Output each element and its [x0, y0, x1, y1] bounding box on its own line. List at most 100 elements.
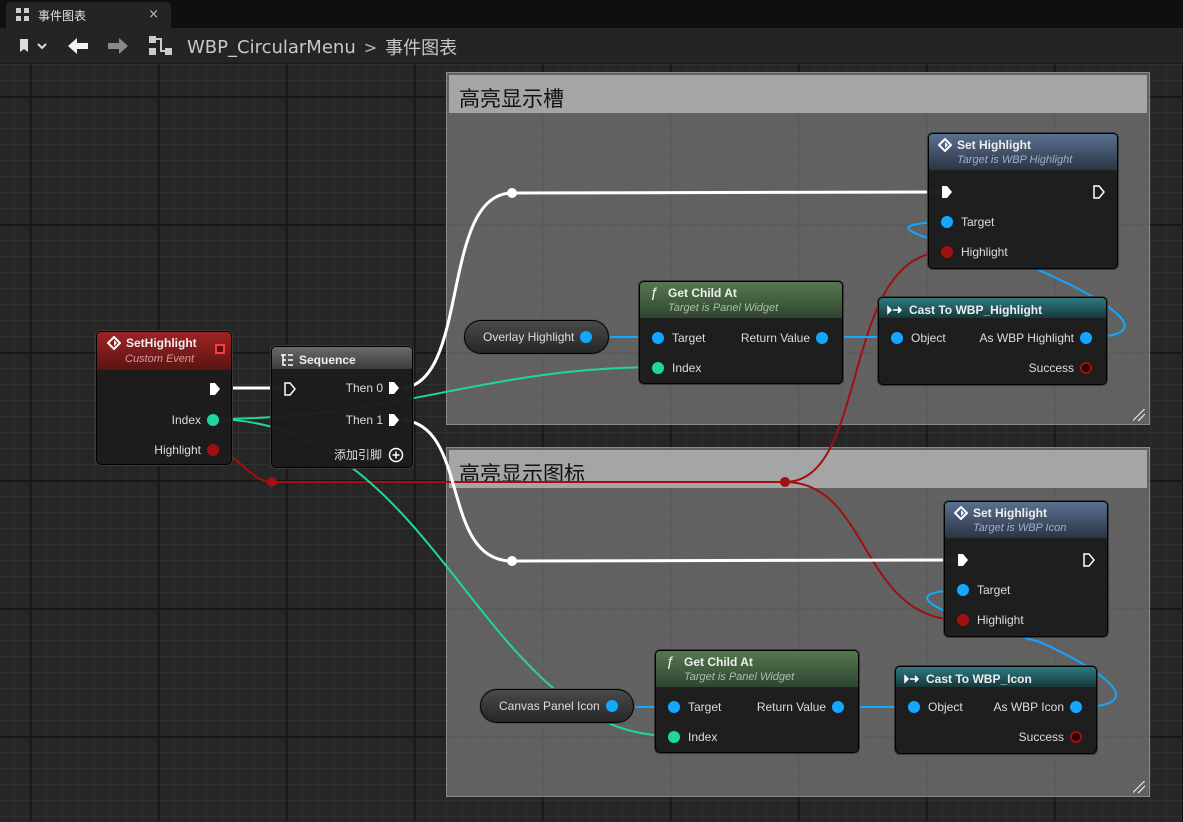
then0-pin[interactable]: Then 0 [346, 381, 400, 395]
get-child-at-node[interactable]: ƒ Get Child At Target is Panel Widget Ta… [655, 650, 859, 753]
function-call-icon [954, 506, 968, 520]
exec-out-pin-icon[interactable] [1083, 553, 1095, 567]
node-title: Set Highlight [973, 506, 1047, 520]
int-pin-icon[interactable] [207, 414, 219, 426]
resize-handle-icon[interactable] [1133, 781, 1145, 793]
int-pin-icon[interactable] [652, 362, 664, 374]
as-wbp-icon-pin[interactable]: As WBP Icon [994, 700, 1082, 714]
highlight-pin[interactable]: Highlight [941, 245, 1008, 259]
variable-overlay-highlight[interactable]: Overlay Highlight [464, 320, 609, 354]
graph-icon [16, 8, 30, 22]
variable-canvas-panel-icon[interactable]: Canvas Panel Icon [480, 689, 634, 723]
add-circle-icon[interactable] [388, 447, 404, 463]
exec-out-pin-icon[interactable] [388, 381, 400, 395]
index-pin[interactable]: Index [668, 730, 717, 744]
wire-reroute-knot[interactable] [267, 477, 277, 487]
node-header: Sequence [272, 347, 412, 369]
exec-in-pin-icon[interactable] [957, 553, 969, 567]
object-pin-icon[interactable] [908, 701, 920, 713]
pin-label: Success [1018, 730, 1064, 744]
object-pin-icon[interactable] [832, 701, 844, 713]
int-pin-icon[interactable] [668, 731, 680, 743]
target-pin[interactable]: Target [957, 583, 1010, 597]
event-graph-canvas[interactable]: 高亮显示槽 高亮显示图标 SetHighlight Custom Event I… [0, 64, 1183, 822]
object-pin-icon[interactable] [957, 584, 969, 596]
object-pin-icon[interactable] [580, 331, 593, 343]
bool-pin-icon[interactable] [207, 444, 219, 456]
node-title: Get Child At [668, 286, 737, 300]
pin-label: Index [688, 730, 718, 744]
exec-in-pin-icon[interactable] [284, 382, 296, 396]
bool-pin-icon[interactable] [941, 246, 953, 258]
cast-icon [887, 304, 903, 315]
get-child-at-node[interactable]: ƒ Get Child At Target is Panel Widget Ta… [639, 281, 843, 384]
target-pin[interactable]: Target [652, 331, 705, 345]
exec-in-pin-icon[interactable] [941, 185, 953, 199]
exec-out-pin-icon[interactable] [209, 382, 221, 396]
then1-pin[interactable]: Then 1 [346, 413, 400, 427]
bool-pin-icon[interactable] [1080, 362, 1092, 374]
comment-title[interactable]: 高亮显示图标 [449, 450, 1147, 488]
object-pin[interactable]: Object [908, 700, 963, 714]
tab-label: 事件图表 [38, 8, 87, 23]
pin-label: Object [911, 331, 946, 345]
forward-arrow-icon[interactable] [106, 36, 130, 60]
custom-event-node[interactable]: SetHighlight Custom Event Index Highligh… [96, 331, 232, 465]
set-highlight-node[interactable]: Set Highlight Target is WBP Icon Target … [944, 501, 1108, 637]
object-pin-icon[interactable] [816, 332, 828, 344]
comment-title[interactable]: 高亮显示槽 [449, 75, 1147, 113]
breadcrumb-blueprint[interactable]: WBP_CircularMenu [187, 37, 356, 58]
object-pin-icon[interactable] [1070, 701, 1082, 713]
return-value-pin[interactable]: Return Value [757, 700, 844, 714]
object-pin-icon[interactable] [1080, 332, 1092, 344]
tab-bar: 事件图表 × [0, 0, 1183, 28]
set-highlight-node[interactable]: Set Highlight Target is WBP Highlight Ta… [928, 133, 1118, 269]
success-pin[interactable]: Success [1029, 361, 1092, 375]
back-arrow-icon[interactable] [66, 36, 90, 60]
highlight-pin[interactable]: Highlight [154, 443, 219, 457]
index-pin[interactable]: Index [172, 413, 219, 427]
bookmark-icon[interactable] [18, 37, 52, 55]
highlight-pin[interactable]: Highlight [957, 613, 1024, 627]
exec-out-pin-icon[interactable] [1093, 185, 1105, 199]
bool-pin-icon[interactable] [1070, 731, 1082, 743]
node-title: Cast To WBP_Icon [926, 671, 1032, 686]
index-pin[interactable]: Index [652, 361, 701, 375]
pin-label: Highlight [154, 443, 201, 457]
pin-label: Index [672, 361, 702, 375]
breadcrumb-separator: > [363, 37, 378, 57]
target-pin[interactable]: Target [941, 215, 994, 229]
pin-label: Target [961, 215, 995, 229]
resize-handle-icon[interactable] [1133, 409, 1145, 421]
event-icon [107, 336, 121, 350]
object-pin-icon[interactable] [941, 216, 953, 228]
node-subtitle: Custom Event [125, 353, 195, 365]
add-pin-label: 添加引脚 [333, 448, 382, 462]
target-pin[interactable]: Target [668, 700, 721, 714]
node-title: SetHighlight [126, 336, 197, 350]
variable-label: Canvas Panel Icon [499, 699, 600, 713]
cast-to-wbp-highlight-node[interactable]: Cast To WBP_Highlight Object As WBP High… [878, 297, 1107, 385]
object-pin-icon[interactable] [652, 332, 664, 344]
object-pin-icon[interactable] [605, 700, 618, 712]
node-subtitle: Target is Panel Widget [668, 302, 779, 314]
close-icon[interactable]: × [148, 7, 159, 22]
object-pin-icon[interactable] [668, 701, 680, 713]
return-value-pin[interactable]: Return Value [741, 331, 828, 345]
add-pin-button[interactable]: 添加引脚 [334, 446, 404, 463]
exec-out-pin-icon[interactable] [388, 413, 400, 427]
cast-to-wbp-icon-node[interactable]: Cast To WBP_Icon Object As WBP Icon Succ… [895, 666, 1097, 754]
success-pin[interactable]: Success [1019, 730, 1082, 744]
pin-label: Target [672, 331, 706, 345]
pin-label: Index [171, 413, 201, 427]
object-pin-icon[interactable] [891, 332, 903, 344]
tab-event-graph[interactable]: 事件图表 × [6, 2, 171, 28]
delegate-pin-icon[interactable] [215, 344, 225, 354]
pin-label: Highlight [961, 245, 1008, 259]
sequence-node[interactable]: Sequence Then 0 Then 1 添加引脚 [271, 346, 413, 468]
breadcrumb-graph[interactable]: 事件图表 [385, 34, 457, 60]
bool-pin-icon[interactable] [957, 614, 969, 626]
node-subtitle: Target is WBP Icon [973, 522, 1067, 534]
as-wbp-highlight-pin[interactable]: As WBP Highlight [980, 331, 1092, 345]
object-pin[interactable]: Object [891, 331, 946, 345]
